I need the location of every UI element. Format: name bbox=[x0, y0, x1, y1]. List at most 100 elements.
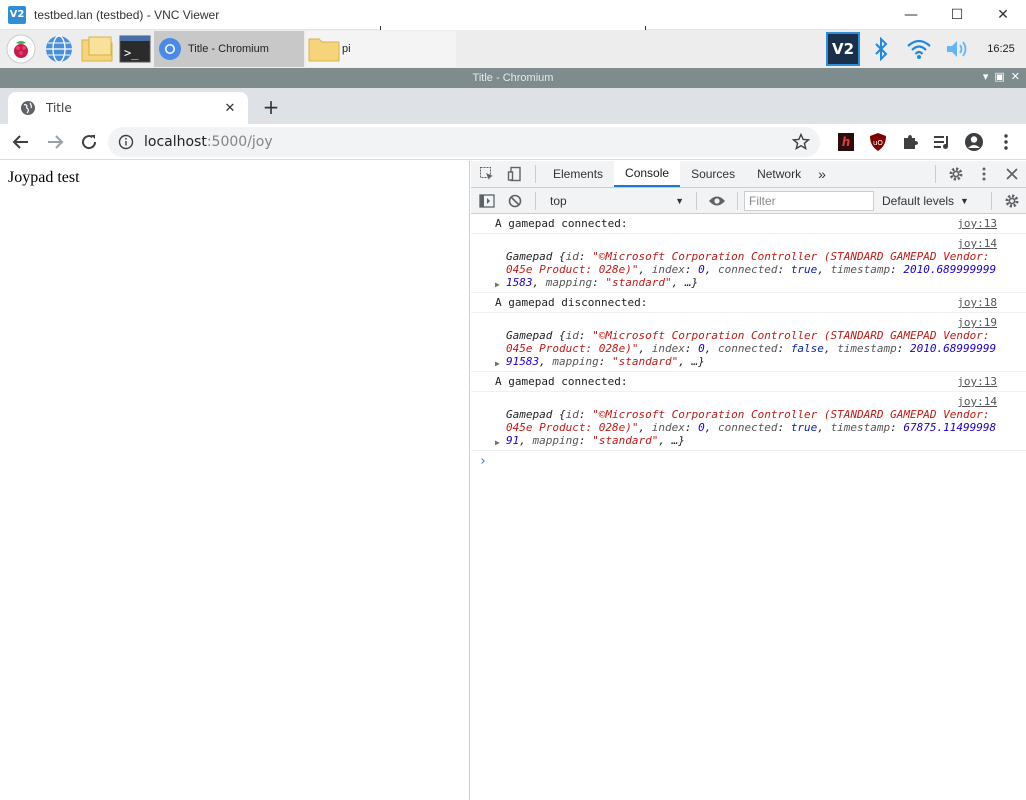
taskbar: >_ Title - Chromium pi V2 16:25 bbox=[0, 30, 1026, 68]
filter-input[interactable] bbox=[744, 190, 874, 211]
raspberry-menu-icon[interactable] bbox=[4, 32, 38, 66]
more-menu-icon[interactable] bbox=[990, 127, 1022, 157]
inspect-element-icon[interactable] bbox=[473, 161, 501, 187]
globe-icon bbox=[21, 101, 35, 115]
vnc-window-title: testbed.lan (testbed) - VNC Viewer bbox=[34, 7, 220, 22]
url-path: :5000/joy bbox=[206, 134, 273, 150]
taskbar-task-label: Title - Chromium bbox=[188, 43, 269, 55]
tab-close-icon[interactable]: ✕ bbox=[220, 98, 240, 118]
console-output: A gamepad connected: joy:13 joy:14 ▶ Gam… bbox=[471, 214, 1026, 472]
media-queue-icon[interactable] bbox=[926, 127, 958, 157]
context-value: top bbox=[550, 193, 567, 208]
new-tab-button[interactable]: + bbox=[258, 94, 284, 120]
source-link[interactable]: joy:14 bbox=[495, 237, 997, 250]
ublock-icon[interactable]: uO bbox=[862, 127, 894, 157]
devtools-tab-bar: Elements Console Sources Network » bbox=[471, 161, 1026, 188]
console-object-message: joy:14 ▶ Gamepad {id: "©Microsoft Corpor… bbox=[471, 392, 1026, 451]
back-button[interactable] bbox=[6, 127, 36, 157]
volume-icon[interactable] bbox=[938, 30, 976, 68]
devtools-panel: Elements Console Sources Network » top ▼… bbox=[471, 161, 1026, 800]
chromium-icon bbox=[159, 38, 181, 60]
message-text: A gamepad connected: bbox=[495, 375, 628, 388]
console-prompt[interactable]: › bbox=[471, 451, 1026, 472]
address-bar[interactable]: localhost:5000/joy bbox=[108, 127, 820, 157]
extension-h-icon[interactable]: h bbox=[830, 127, 862, 157]
file-manager-icon[interactable] bbox=[80, 32, 114, 66]
tab-title[interactable]: Title ✕ bbox=[8, 92, 248, 124]
source-link[interactable]: joy:18 bbox=[957, 296, 997, 309]
chromium-title-bar: Title - Chromium ▾ ▣ ✕ bbox=[0, 68, 1026, 88]
console-message: A gamepad disconnected: joy:18 bbox=[471, 293, 1026, 313]
chromium-window-title: Title - Chromium bbox=[472, 72, 554, 84]
log-levels-label: Default levels bbox=[882, 193, 955, 208]
tab-elements[interactable]: Elements bbox=[542, 161, 614, 187]
chevron-down-icon[interactable]: ▾ bbox=[983, 70, 989, 83]
more-tabs-chevron-icon[interactable]: » bbox=[812, 161, 832, 187]
gear-icon[interactable] bbox=[942, 161, 970, 187]
source-link[interactable]: joy:14 bbox=[495, 395, 997, 408]
extensions-puzzle-icon[interactable] bbox=[894, 127, 926, 157]
page-viewport: Joypad test bbox=[0, 161, 470, 800]
tab-label: Title bbox=[46, 101, 72, 115]
eye-icon[interactable] bbox=[703, 188, 731, 214]
bluetooth-icon[interactable] bbox=[862, 30, 900, 68]
url-host: localhost bbox=[144, 134, 207, 150]
web-browser-icon[interactable] bbox=[42, 32, 76, 66]
folder-icon bbox=[308, 38, 340, 62]
object-preview[interactable]: ▶ Gamepad {id: "©Microsoft Corporation C… bbox=[495, 250, 998, 289]
browser-toolbar: localhost:5000/joy h uO bbox=[0, 124, 1026, 160]
maximize-icon[interactable]: ▣ bbox=[994, 70, 1004, 83]
console-toolbar: top ▼ Default levels ▼ bbox=[471, 188, 1026, 214]
taskbar-task-label: pi bbox=[342, 43, 351, 55]
clock[interactable]: 16:25 bbox=[976, 43, 1026, 55]
star-icon[interactable] bbox=[792, 133, 810, 151]
source-link[interactable]: joy:19 bbox=[495, 316, 997, 329]
tab-network[interactable]: Network bbox=[746, 161, 812, 187]
source-link[interactable]: joy:13 bbox=[957, 375, 997, 388]
arrow-left-icon bbox=[12, 134, 28, 149]
minimize-button[interactable]: — bbox=[888, 0, 934, 30]
arrow-right-icon bbox=[48, 134, 64, 149]
message-text: A gamepad connected: bbox=[495, 217, 628, 230]
vnc-logo-icon: V2 bbox=[8, 5, 26, 24]
log-levels-dropdown[interactable]: Default levels ▼ bbox=[882, 194, 969, 208]
page-heading: Joypad test bbox=[8, 169, 80, 186]
close-button[interactable]: ✕ bbox=[980, 0, 1026, 30]
message-text: A gamepad disconnected: bbox=[495, 296, 648, 309]
wifi-icon[interactable] bbox=[900, 30, 938, 68]
close-icon[interactable]: ✕ bbox=[1011, 70, 1020, 83]
taskbar-task-chromium[interactable]: Title - Chromium bbox=[154, 31, 304, 67]
console-settings-gear-icon[interactable] bbox=[998, 188, 1026, 214]
reload-button[interactable] bbox=[74, 127, 104, 157]
terminal-icon[interactable]: >_ bbox=[118, 32, 152, 66]
console-message: A gamepad connected: joy:13 bbox=[471, 214, 1026, 234]
console-object-message: joy:14 ▶ Gamepad {id: "©Microsoft Corpor… bbox=[471, 234, 1026, 293]
sidebar-toggle-icon[interactable] bbox=[473, 188, 501, 214]
tab-sources[interactable]: Sources bbox=[680, 161, 746, 187]
reload-icon bbox=[82, 134, 97, 149]
source-link[interactable]: joy:13 bbox=[957, 217, 997, 230]
vnc-server-icon[interactable]: V2 bbox=[824, 30, 862, 68]
object-preview[interactable]: ▶ Gamepad {id: "©Microsoft Corporation C… bbox=[495, 329, 998, 368]
expand-triangle-icon[interactable]: ▶ bbox=[495, 357, 500, 370]
tab-console[interactable]: Console bbox=[614, 161, 681, 187]
close-devtools-icon[interactable] bbox=[998, 161, 1026, 187]
forward-button[interactable] bbox=[40, 127, 70, 157]
profile-avatar-icon[interactable] bbox=[958, 127, 990, 157]
taskbar-task-files[interactable]: pi bbox=[306, 31, 456, 67]
maximize-button[interactable]: ☐ bbox=[934, 0, 980, 30]
expand-triangle-icon[interactable]: ▶ bbox=[495, 278, 500, 291]
vnc-title-bar: V2 testbed.lan (testbed) - VNC Viewer — … bbox=[0, 0, 1026, 34]
clear-console-icon[interactable] bbox=[501, 188, 529, 214]
kebab-menu-icon[interactable] bbox=[970, 161, 998, 187]
svg-text:uO: uO bbox=[873, 139, 883, 147]
console-message: A gamepad connected: joy:13 bbox=[471, 372, 1026, 392]
tab-strip: Title ✕ + bbox=[0, 88, 1026, 124]
svg-text:>_: >_ bbox=[124, 46, 139, 60]
expand-triangle-icon[interactable]: ▶ bbox=[495, 436, 500, 449]
object-preview[interactable]: ▶ Gamepad {id: "©Microsoft Corporation C… bbox=[495, 408, 998, 447]
device-toolbar-icon[interactable] bbox=[501, 161, 529, 187]
info-icon[interactable] bbox=[118, 134, 134, 150]
console-object-message: joy:19 ▶ Gamepad {id: "©Microsoft Corpor… bbox=[471, 313, 1026, 372]
context-selector[interactable]: top ▼ bbox=[550, 191, 690, 211]
